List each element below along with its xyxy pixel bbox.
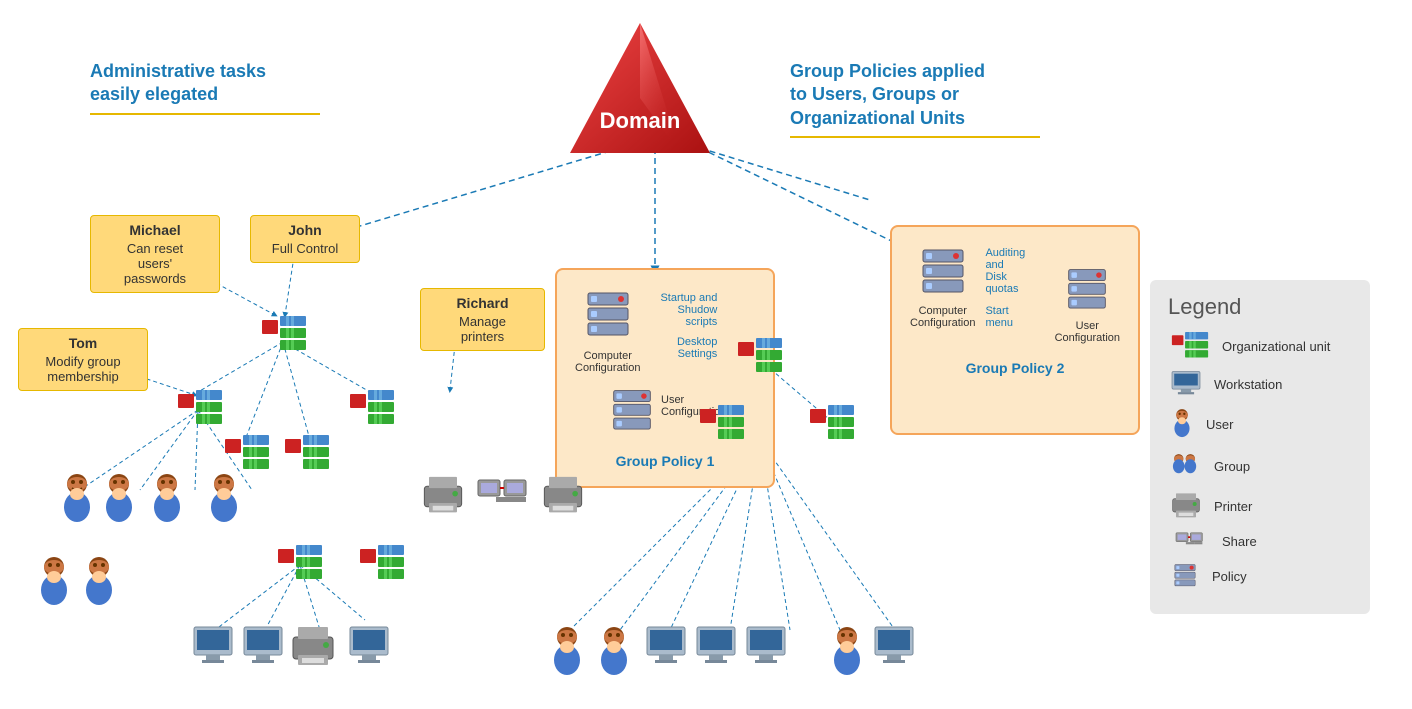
main-canvas: Domain Administrative taskseasily elegat… bbox=[0, 0, 1412, 709]
user-name-john: John bbox=[261, 222, 349, 238]
workstation-icon-3 bbox=[348, 625, 390, 670]
share-icon-1 bbox=[476, 475, 531, 515]
user-desc-tom: Modify groupmembership bbox=[29, 354, 137, 384]
gp1-title: Group Policy 1 bbox=[567, 453, 763, 469]
person-icon-3 bbox=[148, 472, 186, 527]
legend-item-user: User bbox=[1168, 408, 1352, 440]
legend-label-printer: Printer bbox=[1214, 499, 1252, 514]
group-policy-2-box: ComputerConfiguration Auditing andDisk q… bbox=[890, 225, 1140, 435]
user-name-michael: Michael bbox=[101, 222, 209, 238]
workstation-icon-1 bbox=[192, 625, 234, 670]
user-box-tom: Tom Modify groupmembership bbox=[18, 328, 148, 391]
legend-item-group: Group bbox=[1168, 450, 1352, 482]
user-box-john: John Full Control bbox=[250, 215, 360, 263]
ou-icon-sub3 bbox=[285, 435, 329, 469]
user-name-tom: Tom bbox=[29, 335, 137, 351]
person-icon-r1 bbox=[548, 625, 586, 680]
person-icon-4 bbox=[205, 472, 243, 527]
heading-admin: Administrative taskseasily elegated bbox=[90, 60, 330, 115]
gp1-server-icon bbox=[583, 288, 633, 348]
legend-label-user: User bbox=[1206, 417, 1233, 432]
ou-icon-bot1 bbox=[278, 545, 322, 579]
legend-label-policy: Policy bbox=[1212, 569, 1247, 584]
workstation-icon-r4 bbox=[873, 625, 915, 670]
legend-item-policy: Policy bbox=[1168, 562, 1352, 590]
gp2-server2-icon bbox=[1062, 265, 1112, 320]
ou-icon-right2 bbox=[700, 405, 744, 439]
legend-user-icon bbox=[1168, 408, 1196, 440]
user-desc-richard: Manageprinters bbox=[431, 314, 534, 344]
heading-gpo: Group Policies appliedto Users, Groups o… bbox=[790, 60, 1050, 138]
legend-label-ou: Organizational unit bbox=[1222, 339, 1330, 354]
legend-box: Legend Organizational unit bbox=[1150, 280, 1370, 614]
legend-label-share: Share bbox=[1222, 534, 1257, 549]
user-name-richard: Richard bbox=[431, 295, 534, 311]
user-desc-john: Full Control bbox=[261, 241, 349, 256]
person-icon-r2 bbox=[595, 625, 633, 680]
gp2-title: Group Policy 2 bbox=[902, 360, 1128, 376]
workstation-icon-2 bbox=[242, 625, 284, 670]
person-icon-r3 bbox=[828, 625, 866, 680]
person-icon-6 bbox=[80, 555, 118, 610]
gp1-server2-icon bbox=[607, 386, 657, 441]
ou-icon-sub4 bbox=[350, 390, 394, 424]
ou-icon-right3 bbox=[810, 405, 854, 439]
legend-group-icon bbox=[1168, 450, 1204, 482]
legend-label-workstation: Workstation bbox=[1214, 377, 1282, 392]
printer-icon-mid1 bbox=[418, 475, 468, 517]
ou-icon-sub2 bbox=[225, 435, 269, 469]
legend-policy-icon bbox=[1168, 562, 1202, 590]
ou-icon-bot2 bbox=[360, 545, 404, 579]
svg-text:Domain: Domain bbox=[600, 108, 681, 133]
ou-icon-top-left bbox=[262, 316, 306, 350]
person-icon-2 bbox=[100, 472, 138, 527]
legend-ou-icon bbox=[1168, 332, 1212, 360]
printer-icon-bottom bbox=[288, 625, 338, 670]
legend-title: Legend bbox=[1168, 294, 1352, 320]
ou-icon-right1 bbox=[738, 338, 782, 372]
legend-workstation-icon bbox=[1168, 370, 1204, 398]
group-policy-1-box: ComputerConfiguration Startup andShudows… bbox=[555, 268, 775, 488]
workstation-icon-r1 bbox=[645, 625, 687, 670]
workstation-icon-r2 bbox=[695, 625, 737, 670]
domain-triangle: Domain bbox=[570, 18, 710, 163]
ou-icon-sub1 bbox=[178, 390, 222, 424]
person-icon-5 bbox=[35, 555, 73, 610]
legend-item-ou: Organizational unit bbox=[1168, 332, 1352, 360]
legend-label-group: Group bbox=[1214, 459, 1250, 474]
printer-icon-mid2 bbox=[538, 475, 588, 517]
legend-item-printer: Printer bbox=[1168, 492, 1352, 520]
workstation-icon-r3 bbox=[745, 625, 787, 670]
person-icon-1 bbox=[58, 472, 96, 527]
legend-item-share: Share bbox=[1168, 530, 1352, 552]
user-box-michael: Michael Can resetusers'passwords bbox=[90, 215, 220, 293]
user-box-richard: Richard Manageprinters bbox=[420, 288, 545, 351]
legend-item-workstation: Workstation bbox=[1168, 370, 1352, 398]
gp2-server1-icon bbox=[918, 245, 968, 305]
legend-printer-icon bbox=[1168, 492, 1204, 520]
user-desc-michael: Can resetusers'passwords bbox=[101, 241, 209, 286]
legend-share-icon bbox=[1168, 530, 1212, 552]
